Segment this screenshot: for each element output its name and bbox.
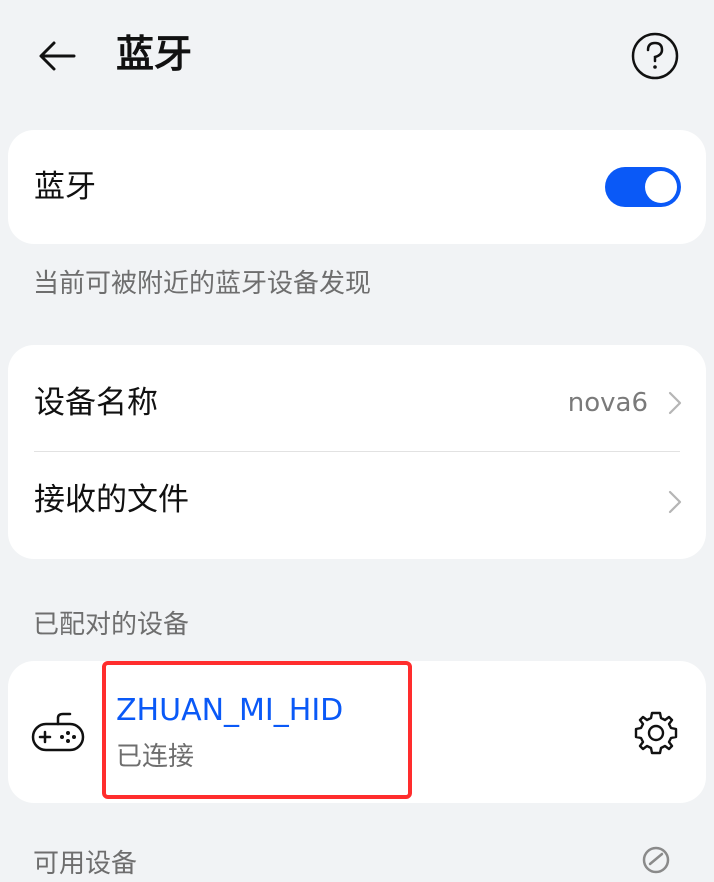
bluetooth-label: 蓝牙 [34, 169, 96, 205]
visibility-hint: 当前可被附近的蓝牙设备发现 [33, 269, 372, 299]
highlight-box [102, 661, 412, 799]
gamepad-icon [31, 712, 85, 752]
device-name-label: 设备名称 [34, 385, 158, 421]
available-devices-label: 可用设备 [33, 849, 138, 879]
bluetooth-toggle-card: 蓝牙 [8, 130, 706, 244]
bluetooth-toggle[interactable] [605, 167, 681, 207]
chevron-right-icon [668, 490, 682, 514]
device-settings-card: 设备名称 nova6 接收的文件 [8, 345, 706, 559]
gear-icon[interactable] [632, 709, 680, 757]
received-files-row[interactable]: 接收的文件 [8, 452, 706, 559]
toggle-knob [645, 171, 677, 203]
loading-spinner-icon [642, 846, 670, 874]
question-circle-icon[interactable] [629, 30, 681, 82]
header: 蓝牙 [0, 0, 714, 110]
device-name-value: nova6 [567, 388, 648, 418]
device-name-row[interactable]: 设备名称 nova6 [8, 345, 706, 451]
arrow-left-icon[interactable] [34, 33, 80, 79]
chevron-right-icon [668, 391, 682, 415]
paired-devices-label: 已配对的设备 [33, 610, 190, 640]
page-title: 蓝牙 [116, 32, 193, 76]
received-files-label: 接收的文件 [34, 482, 189, 518]
